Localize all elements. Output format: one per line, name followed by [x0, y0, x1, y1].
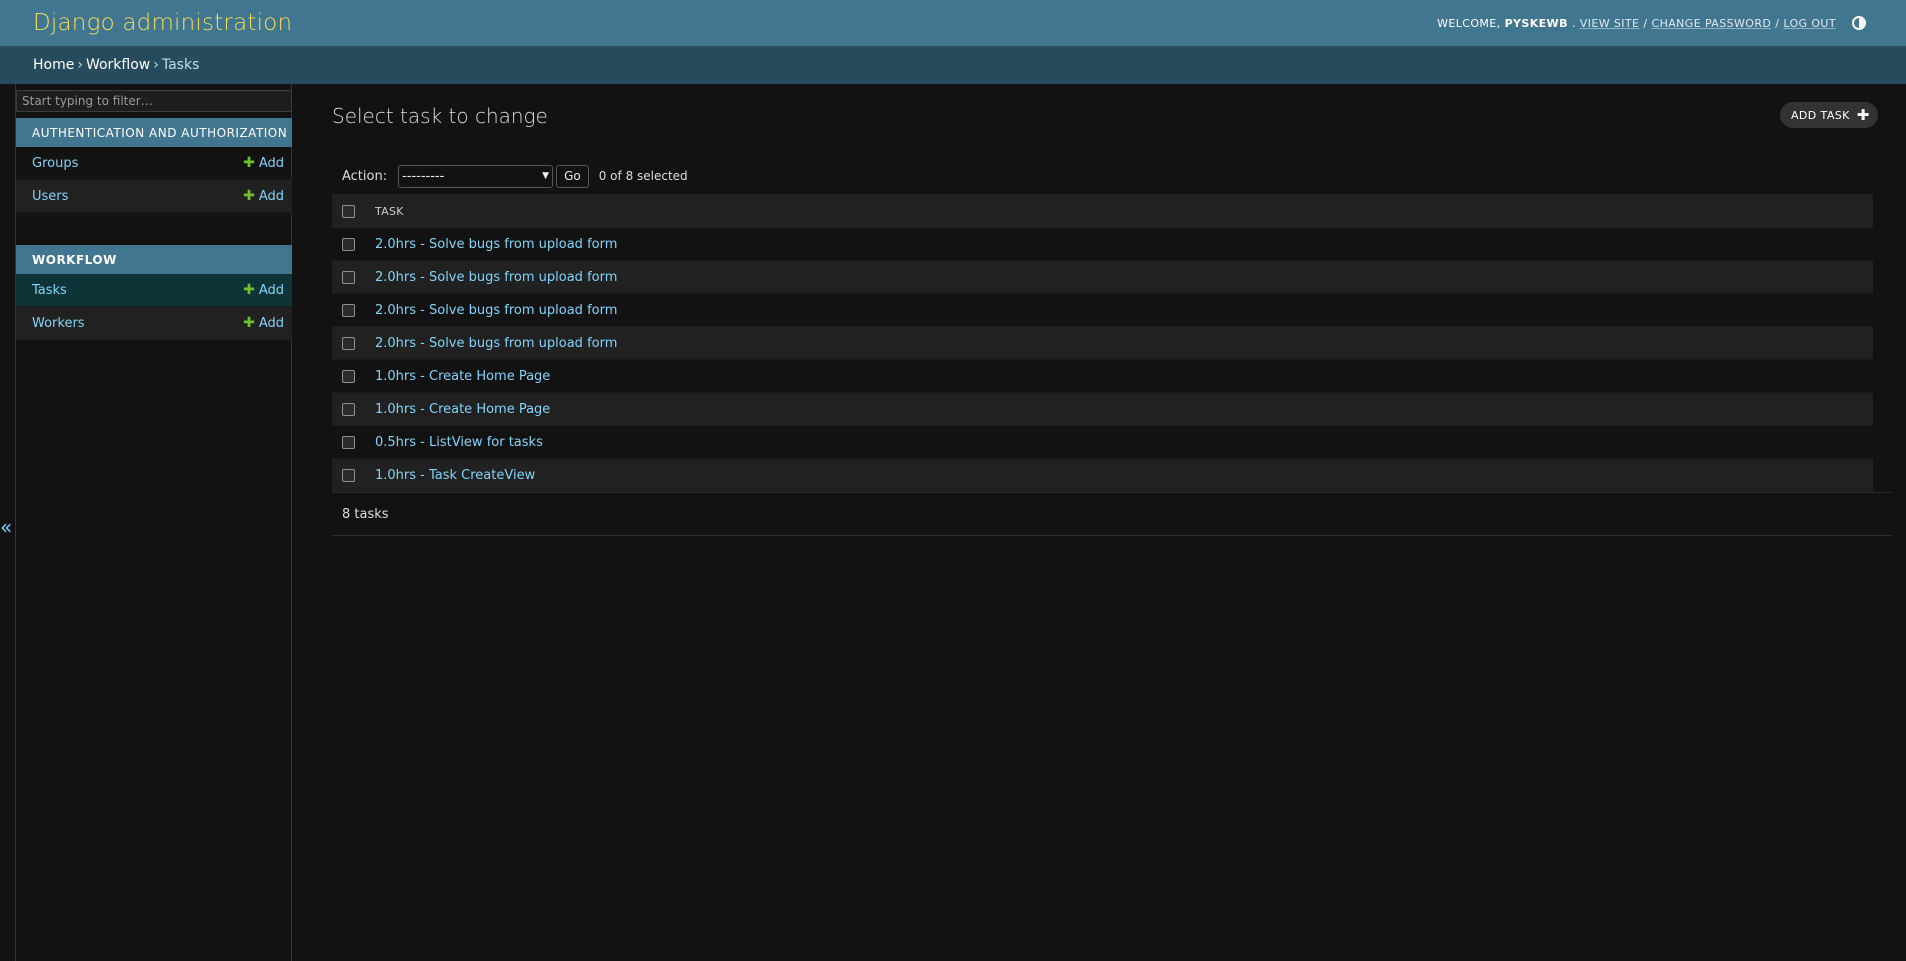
welcome-text: Welcome,: [1437, 16, 1501, 30]
breadcrumb-current: Tasks: [161, 57, 200, 73]
task-link[interactable]: 2.0hrs - Solve bugs from upload form: [375, 270, 617, 285]
page-title: Select task to change: [332, 104, 548, 128]
sidebar-item-groups: Groups ✚ Add: [16, 147, 292, 180]
breadcrumb-home[interactable]: Home: [33, 57, 74, 73]
collapse-sidebar-icon[interactable]: «: [0, 515, 12, 539]
column-header-task[interactable]: Task: [375, 205, 404, 218]
breadcrumb-separator: ›: [77, 57, 83, 73]
plus-icon: ✚: [1856, 106, 1870, 124]
user-tools: Welcome, pyskewb. View site / Change pas…: [1437, 16, 1866, 30]
sidebar-item-groups-link[interactable]: Groups: [32, 156, 78, 171]
add-task-button[interactable]: Add task ✚: [1780, 102, 1878, 128]
table-header: Task: [332, 194, 1873, 228]
action-label: Action:: [342, 168, 388, 184]
log-out-link[interactable]: Log out: [1783, 17, 1836, 30]
sidebar-item-tasks: Tasks ✚ Add: [16, 274, 292, 307]
row-checkbox[interactable]: [342, 270, 355, 284]
header: Django administration Welcome, pyskewb. …: [0, 0, 1906, 46]
app-auth: Authentication and Authorization Groups …: [16, 118, 292, 213]
breadcrumb: Home › Workflow › Tasks: [0, 46, 1906, 84]
add-worker-link[interactable]: ✚ Add: [243, 315, 284, 331]
result-table: Task 2.0hrs - Solve bugs from upload for…: [332, 194, 1873, 492]
view-site-link[interactable]: View site: [1580, 17, 1640, 30]
add-group-link[interactable]: ✚ Add: [243, 155, 284, 171]
row-checkbox[interactable]: [342, 237, 355, 251]
add-user-link[interactable]: ✚ Add: [243, 188, 284, 204]
nav-filter-input[interactable]: [16, 90, 292, 112]
table-row: 2.0hrs - Solve bugs from upload form: [332, 228, 1873, 261]
nav-sidebar: Authentication and Authorization Groups …: [15, 84, 292, 961]
row-checkbox[interactable]: [342, 435, 355, 449]
sidebar-item-users-link[interactable]: Users: [32, 189, 68, 204]
divider: [332, 535, 1892, 536]
chevron-down-icon: ▼: [542, 171, 550, 181]
plus-icon: ✚: [243, 315, 255, 331]
table-row: 1.0hrs - Task CreateView: [332, 459, 1873, 492]
table-row: 1.0hrs - Create Home Page: [332, 360, 1873, 393]
task-link[interactable]: 2.0hrs - Solve bugs from upload form: [375, 303, 617, 318]
change-password-link[interactable]: Change password: [1651, 17, 1771, 30]
paginator: 8 tasks: [342, 507, 389, 522]
table-row: 2.0hrs - Solve bugs from upload form: [332, 294, 1873, 327]
separator: /: [1643, 16, 1648, 30]
sidebar-item-workers-link[interactable]: Workers: [32, 316, 85, 331]
select-all-checkbox[interactable]: [342, 204, 355, 218]
username: pyskewb: [1504, 16, 1568, 30]
table-row: 2.0hrs - Solve bugs from upload form: [332, 261, 1873, 294]
app-caption-auth[interactable]: Authentication and Authorization: [16, 118, 292, 147]
plus-icon: ✚: [243, 282, 255, 298]
row-checkbox[interactable]: [342, 336, 355, 350]
selection-count: 0 of 8 selected: [598, 169, 688, 183]
add-task-link[interactable]: ✚ Add: [243, 282, 284, 298]
breadcrumb-workflow[interactable]: Workflow: [86, 57, 150, 73]
task-link[interactable]: 1.0hrs - Task CreateView: [375, 468, 535, 483]
sidebar-item-tasks-link[interactable]: Tasks: [32, 283, 67, 298]
actions-bar: Action: --------- ▼ Go 0 of 8 selected: [332, 160, 688, 192]
plus-icon: ✚: [243, 188, 255, 204]
separator: /: [1775, 16, 1780, 30]
task-link[interactable]: 1.0hrs - Create Home Page: [375, 369, 550, 384]
plus-icon: ✚: [243, 155, 255, 171]
go-button[interactable]: Go: [556, 164, 589, 188]
row-checkbox[interactable]: [342, 468, 355, 482]
sidebar-item-workers: Workers ✚ Add: [16, 307, 292, 340]
theme-toggle-icon[interactable]: [1852, 16, 1866, 30]
app-caption-workflow[interactable]: Workflow: [16, 245, 292, 274]
app-workflow: Workflow Tasks ✚ Add Workers ✚ Add: [16, 245, 292, 340]
task-link[interactable]: 1.0hrs - Create Home Page: [375, 402, 550, 417]
action-select-value: ---------: [402, 168, 445, 184]
table-row: 1.0hrs - Create Home Page: [332, 393, 1873, 426]
task-link[interactable]: 2.0hrs - Solve bugs from upload form: [375, 237, 617, 252]
add-task-label: Add task: [1791, 108, 1850, 122]
row-checkbox[interactable]: [342, 369, 355, 383]
table-row: 0.5hrs - ListView for tasks: [332, 426, 1873, 459]
site-branding[interactable]: Django administration: [33, 10, 292, 36]
row-checkbox[interactable]: [342, 303, 355, 317]
sidebar-item-users: Users ✚ Add: [16, 180, 292, 213]
divider: [332, 492, 1892, 493]
breadcrumb-separator: ›: [153, 57, 159, 73]
action-select[interactable]: --------- ▼: [398, 164, 554, 188]
row-checkbox[interactable]: [342, 402, 355, 416]
task-link[interactable]: 2.0hrs - Solve bugs from upload form: [375, 336, 617, 351]
task-link[interactable]: 0.5hrs - ListView for tasks: [375, 435, 543, 450]
table-row: 2.0hrs - Solve bugs from upload form: [332, 327, 1873, 360]
